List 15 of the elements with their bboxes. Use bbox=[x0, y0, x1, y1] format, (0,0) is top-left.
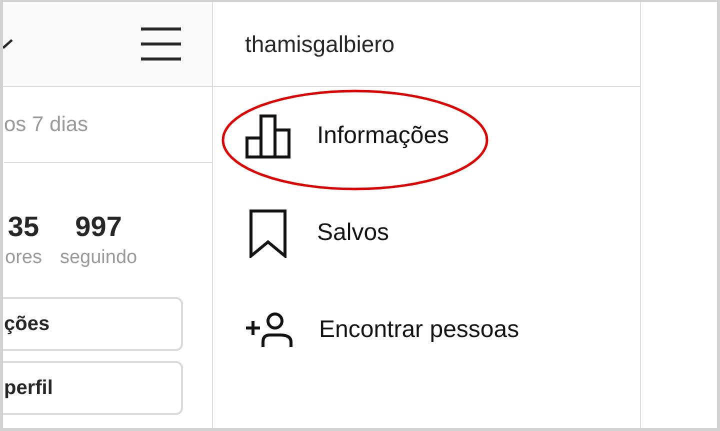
stat-value: 997 bbox=[75, 211, 122, 243]
chevron-icon[interactable] bbox=[3, 39, 13, 49]
username: thamisgalbiero bbox=[245, 30, 395, 58]
menu-item[interactable]: Salvos bbox=[213, 184, 640, 281]
profile-button[interactable]: ções bbox=[3, 297, 183, 351]
menu-item[interactable]: Encontrar pessoas bbox=[213, 281, 640, 378]
stat-label: seguindo bbox=[60, 247, 138, 269]
add-person-icon bbox=[245, 312, 293, 348]
profile-button[interactable]: perfil bbox=[3, 361, 183, 415]
bar-chart-icon bbox=[245, 112, 291, 158]
menu-item[interactable]: Informações bbox=[213, 87, 640, 184]
stat-value: 35 bbox=[8, 211, 40, 243]
menu-icon[interactable] bbox=[140, 27, 182, 61]
period-text: os 7 dias bbox=[4, 112, 88, 136]
stat-label: ores bbox=[5, 247, 42, 269]
